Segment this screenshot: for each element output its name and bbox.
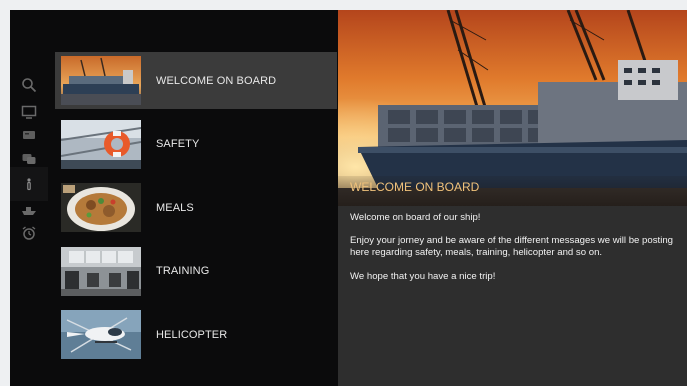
ship-icon[interactable] [20, 201, 38, 219]
card-icon[interactable] [20, 126, 38, 144]
menu-item-helicopter[interactable]: HELICOPTER [55, 306, 337, 363]
cargo-ship-thumbnail [61, 56, 141, 105]
menu-item-training[interactable]: TRAINING [55, 243, 337, 300]
menu-item-welcome[interactable]: WELCOME ON BOARD [55, 52, 337, 109]
menu-item-label: MEALS [156, 201, 194, 214]
alarm-clock-icon[interactable] [20, 224, 38, 242]
info-icon[interactable] [10, 167, 48, 201]
menu-item-meals[interactable]: MEALS [55, 179, 337, 236]
detail-paragraph: Enjoy your jorney and be aware of the di… [350, 235, 673, 259]
detail-title: WELCOME ON BOARD [350, 180, 480, 194]
menu-list: WELCOME ON BOARD SAFETY MEALS TRAINING H… [55, 52, 337, 370]
detail-body: Welcome on board of our ship! Enjoy your… [350, 212, 680, 294]
gym-thumbnail [61, 246, 141, 296]
search-icon[interactable] [20, 76, 38, 94]
menu-item-label: HELICOPTER [156, 328, 228, 341]
menu-item-label: SAFETY [156, 138, 200, 150]
hero-ship-image: WELCOME ON BOARD [338, 10, 687, 206]
detail-panel: WELCOME ON BOARD Welcome on board of our… [338, 10, 687, 386]
menu-item-label: TRAINING [156, 265, 210, 277]
menu-item-safety[interactable]: SAFETY [55, 116, 337, 173]
tv-icon[interactable] [20, 103, 38, 121]
chat-icon[interactable] [20, 150, 38, 168]
lifebuoy-thumbnail [61, 119, 141, 169]
sidebar [10, 10, 48, 386]
helicopter-thumbnail [61, 310, 141, 359]
detail-paragraph: We hope that you have a nice trip! [350, 270, 496, 282]
detail-paragraph: Welcome on board of our ship! [350, 212, 481, 223]
app-screen: WELCOME ON BOARD SAFETY MEALS TRAINING H… [10, 10, 687, 386]
food-plate-thumbnail [61, 183, 141, 232]
menu-item-label: WELCOME ON BOARD [156, 74, 277, 87]
